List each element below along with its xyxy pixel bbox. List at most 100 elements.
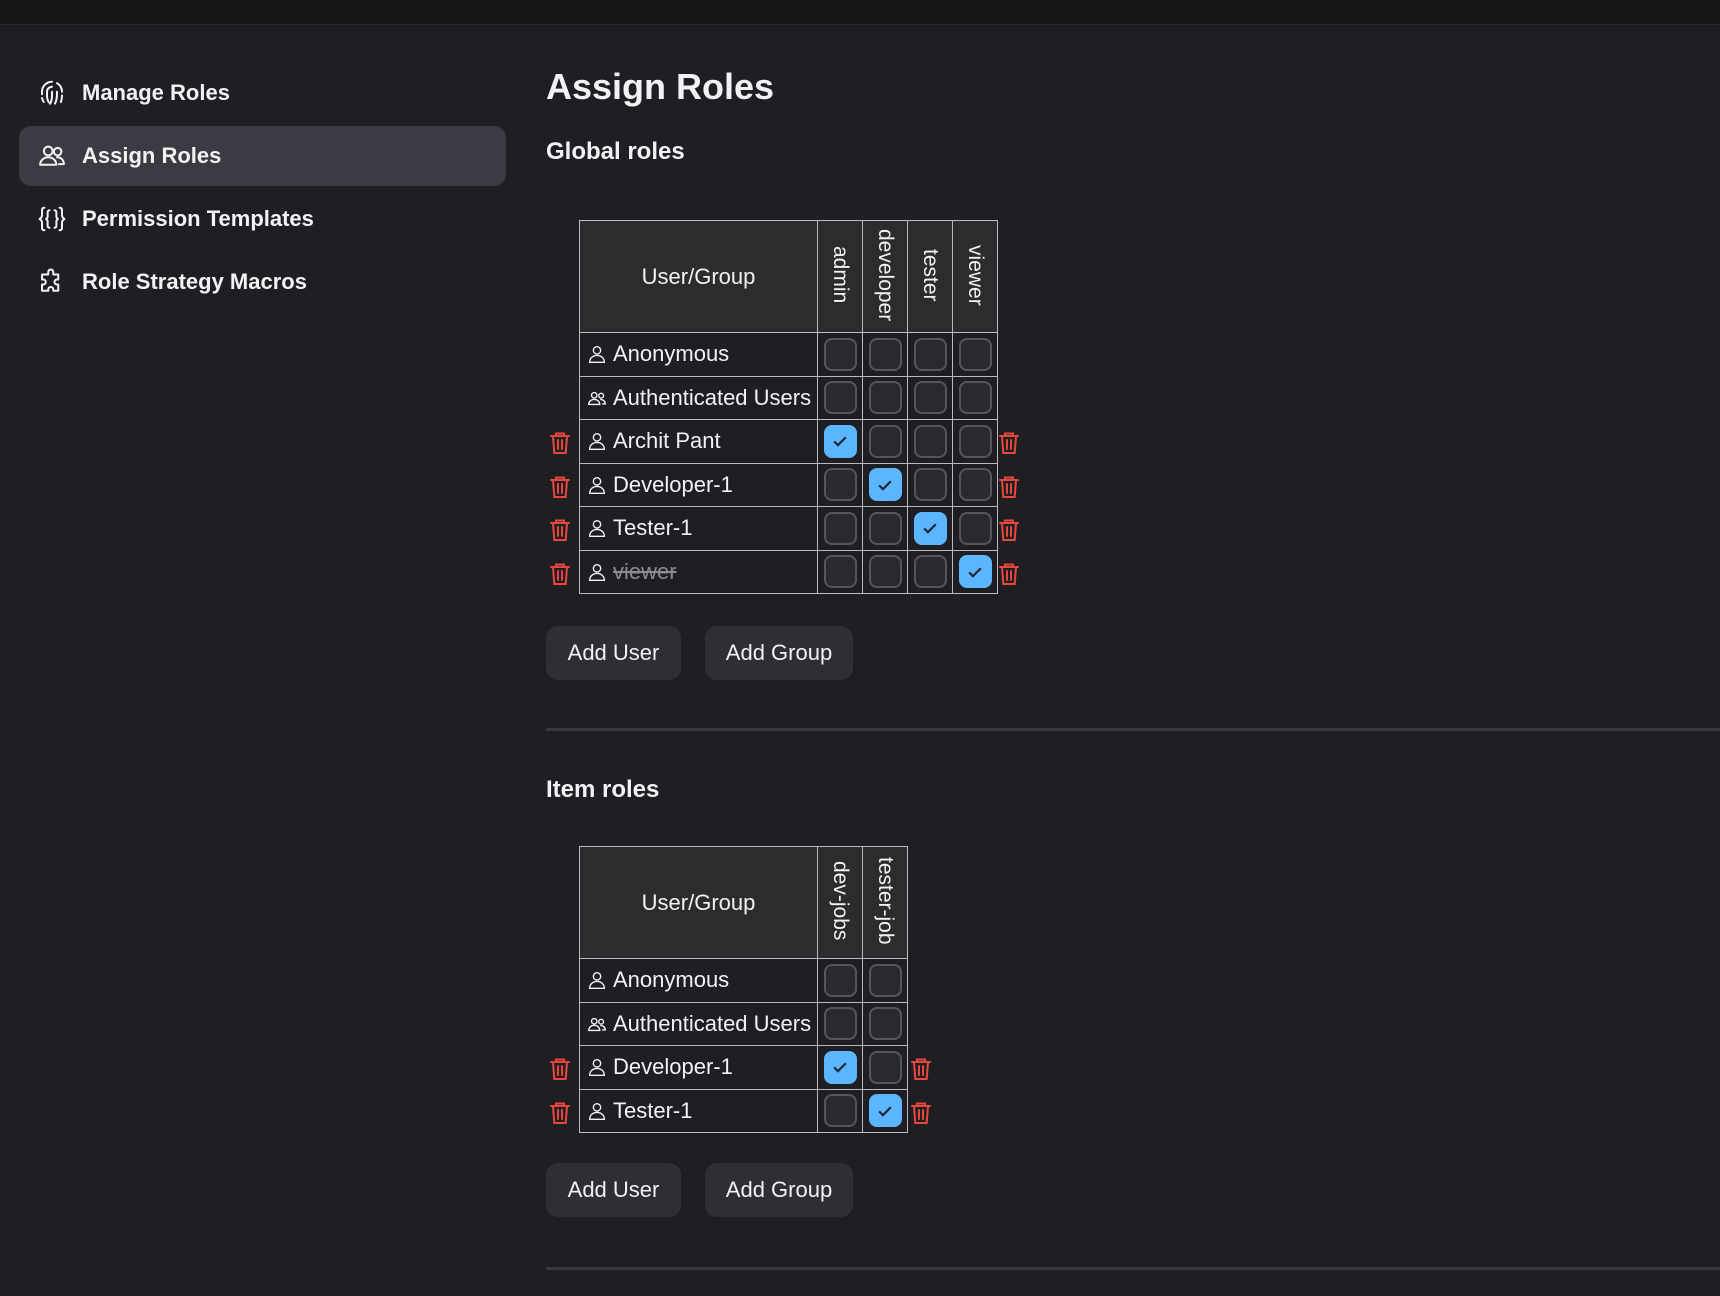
- role-cell: [907, 462, 953, 507]
- role-checkbox-tester[interactable]: [913, 424, 947, 458]
- global-add-user-button[interactable]: Add User: [546, 626, 681, 680]
- role-checkbox-viewer[interactable]: [958, 337, 992, 371]
- global-add-group-button[interactable]: Add Group: [705, 626, 853, 680]
- role-checkbox-dev-jobs[interactable]: [823, 963, 857, 997]
- user-icon: [586, 1100, 613, 1122]
- users-icon: [36, 140, 68, 172]
- user-name: Tester-1: [613, 1097, 693, 1123]
- role-checkbox-tester-job[interactable]: [868, 963, 902, 997]
- user-icon: [586, 561, 613, 583]
- role-checkbox-tester[interactable]: [913, 381, 947, 415]
- role-checkbox-tester-job[interactable]: [868, 1007, 902, 1041]
- sidebar: Manage Roles Assign Roles Permission Tem…: [19, 63, 506, 315]
- role-cell: [817, 506, 863, 551]
- role-checkbox-tester[interactable]: [913, 468, 947, 502]
- delete-row-icon-right[interactable]: [997, 561, 1021, 587]
- role-header-admin: admin: [817, 220, 863, 333]
- table-row: Developer-1: [579, 1045, 908, 1090]
- sidebar-item-permission-templates[interactable]: Permission Templates: [19, 189, 506, 249]
- role-cell: [862, 506, 908, 551]
- puzzle-icon: [36, 266, 68, 298]
- user-icon: [586, 969, 613, 991]
- delete-row-icon-right[interactable]: [909, 1100, 933, 1126]
- table-row: Developer-1: [579, 462, 998, 507]
- role-checkbox-admin[interactable]: [823, 337, 857, 371]
- delete-row-icon-left[interactable]: [548, 430, 572, 456]
- role-cell: [817, 1088, 863, 1133]
- table-row: Archit Pant: [579, 419, 998, 464]
- role-checkbox-developer[interactable]: [868, 511, 902, 545]
- user-icon: [586, 430, 613, 452]
- item-add-group-button[interactable]: Add Group: [705, 1163, 853, 1217]
- role-cell: [862, 462, 908, 507]
- role-checkbox-developer[interactable]: [868, 424, 902, 458]
- role-checkbox-tester[interactable]: [913, 337, 947, 371]
- user-name: Developer-1: [613, 471, 733, 497]
- global-roles-table: User/Group admin developer tester viewer…: [579, 220, 998, 594]
- sidebar-item-label: Assign Roles: [82, 143, 222, 168]
- sidebar-item-assign-roles[interactable]: Assign Roles: [19, 126, 506, 186]
- table-row: Anonymous: [579, 958, 908, 1003]
- role-header-developer: developer: [862, 220, 908, 333]
- group-icon: [586, 1013, 613, 1035]
- role-cell: [817, 958, 863, 1003]
- delete-row-icon-left[interactable]: [548, 1056, 572, 1082]
- user-cell: Developer-1: [579, 1045, 818, 1090]
- user-icon: [586, 474, 613, 496]
- delete-row-icon-right[interactable]: [997, 430, 1021, 456]
- role-checkbox-admin[interactable]: [823, 468, 857, 502]
- global-roles-title: Global roles: [546, 138, 685, 165]
- user-icon: [586, 1056, 613, 1078]
- table-row: Tester-1: [579, 506, 998, 551]
- delete-row-icon-left[interactable]: [548, 474, 572, 500]
- role-checkbox-admin[interactable]: [823, 424, 857, 458]
- delete-row-icon-left[interactable]: [548, 1100, 572, 1126]
- sidebar-item-role-strategy-macros[interactable]: Role Strategy Macros: [19, 252, 506, 312]
- user-cell: Authenticated Users: [579, 375, 818, 420]
- role-cell: [817, 375, 863, 420]
- user-name: viewer: [613, 558, 677, 584]
- role-checkbox-tester[interactable]: [913, 555, 947, 589]
- main-content: Assign Roles Global roles: [546, 62, 1720, 169]
- role-checkbox-admin[interactable]: [823, 555, 857, 589]
- role-cell: [862, 375, 908, 420]
- role-checkbox-admin[interactable]: [823, 511, 857, 545]
- delete-row-icon-left[interactable]: [548, 517, 572, 543]
- item-roles-title: Item roles: [546, 776, 660, 803]
- role-checkbox-developer[interactable]: [868, 555, 902, 589]
- user-cell: Anonymous: [579, 332, 818, 377]
- delete-row-icon-left[interactable]: [548, 561, 572, 587]
- role-checkbox-admin[interactable]: [823, 381, 857, 415]
- user-name: Archit Pant: [613, 428, 721, 454]
- role-checkbox-tester[interactable]: [913, 511, 947, 545]
- user-cell: Archit Pant: [579, 419, 818, 464]
- role-checkbox-developer[interactable]: [868, 468, 902, 502]
- role-cell: [817, 1045, 863, 1090]
- table-row: Anonymous: [579, 332, 998, 377]
- role-checkbox-dev-jobs[interactable]: [823, 1007, 857, 1041]
- sidebar-item-manage-roles[interactable]: Manage Roles: [19, 63, 506, 123]
- delete-row-icon-right[interactable]: [909, 1056, 933, 1082]
- role-checkbox-viewer[interactable]: [958, 424, 992, 458]
- role-cell: [862, 1001, 908, 1046]
- delete-row-icon-right[interactable]: [997, 517, 1021, 543]
- user-cell: Developer-1: [579, 462, 818, 507]
- user-name: Developer-1: [613, 1054, 733, 1080]
- role-checkbox-viewer[interactable]: [958, 511, 992, 545]
- role-checkbox-developer[interactable]: [868, 337, 902, 371]
- role-checkbox-viewer[interactable]: [958, 555, 992, 589]
- role-cell: [817, 549, 863, 594]
- role-checkbox-tester-job[interactable]: [868, 1050, 902, 1084]
- role-checkbox-developer[interactable]: [868, 381, 902, 415]
- role-header-tester-job: tester-job: [862, 846, 908, 959]
- role-cell: [817, 332, 863, 377]
- delete-row-icon-right[interactable]: [997, 474, 1021, 500]
- role-cell: [952, 332, 998, 377]
- role-checkbox-dev-jobs[interactable]: [823, 1050, 857, 1084]
- role-checkbox-tester-job[interactable]: [868, 1094, 902, 1128]
- role-checkbox-viewer[interactable]: [958, 381, 992, 415]
- role-checkbox-dev-jobs[interactable]: [823, 1094, 857, 1128]
- fingerprint-icon: [36, 77, 68, 109]
- role-checkbox-viewer[interactable]: [958, 468, 992, 502]
- item-add-user-button[interactable]: Add User: [546, 1163, 681, 1217]
